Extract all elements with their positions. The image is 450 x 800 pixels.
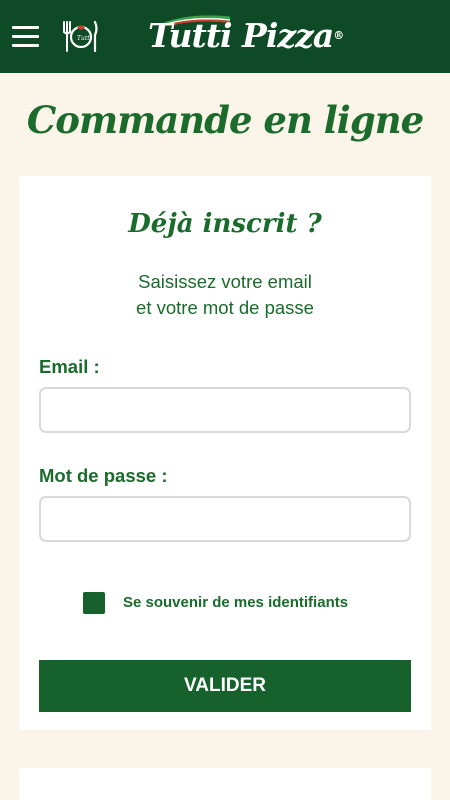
login-card: Déjà inscrit ? Saisissez votre email et … <box>19 176 431 730</box>
hamburger-menu-icon[interactable] <box>12 26 39 48</box>
login-subtitle: Saisissez votre email et votre mot de pa… <box>19 269 431 321</box>
remember-me-label: Se souvenir de mes identifiants <box>123 594 349 611</box>
secondary-card <box>19 768 431 800</box>
submit-button[interactable]: VALIDER <box>39 660 411 712</box>
plate-fork-knife-icon[interactable]: Tutti <box>60 19 100 53</box>
email-label: Email : <box>39 356 100 377</box>
email-field[interactable] <box>39 387 411 433</box>
login-title: Déjà inscrit ? <box>128 209 322 239</box>
logo-registered-mark: ® <box>333 29 344 42</box>
page-title: Commande en ligne <box>26 98 424 142</box>
login-subtitle-line1: Saisissez votre email <box>138 271 312 292</box>
login-subtitle-line2: et votre mot de passe <box>136 297 314 318</box>
logo-text: Tutti Pizza <box>148 16 334 55</box>
remember-me-checkbox[interactable] <box>83 592 105 614</box>
password-field[interactable] <box>39 496 411 542</box>
password-label: Mot de passe : <box>39 465 168 486</box>
brand-logo[interactable]: Tutti Pizza® <box>148 14 344 58</box>
svg-text:Tutti: Tutti <box>77 35 92 42</box>
app-header: Tutti Tutti Pizza® <box>0 0 450 73</box>
